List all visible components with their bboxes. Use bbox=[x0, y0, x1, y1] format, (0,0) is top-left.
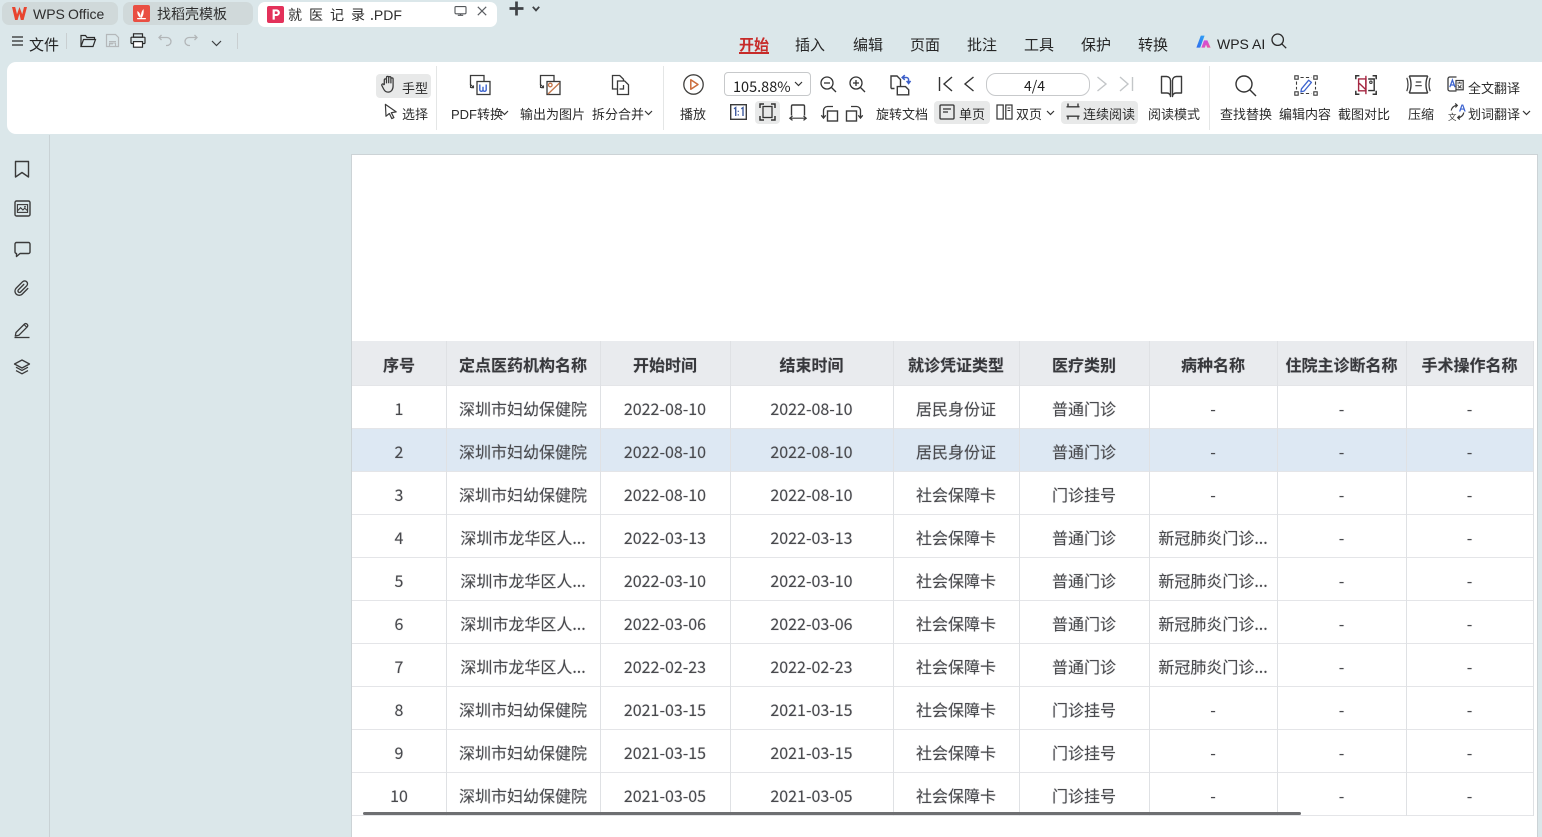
svg-text:文: 文 bbox=[1448, 111, 1457, 123]
svg-text:A: A bbox=[1459, 104, 1466, 115]
